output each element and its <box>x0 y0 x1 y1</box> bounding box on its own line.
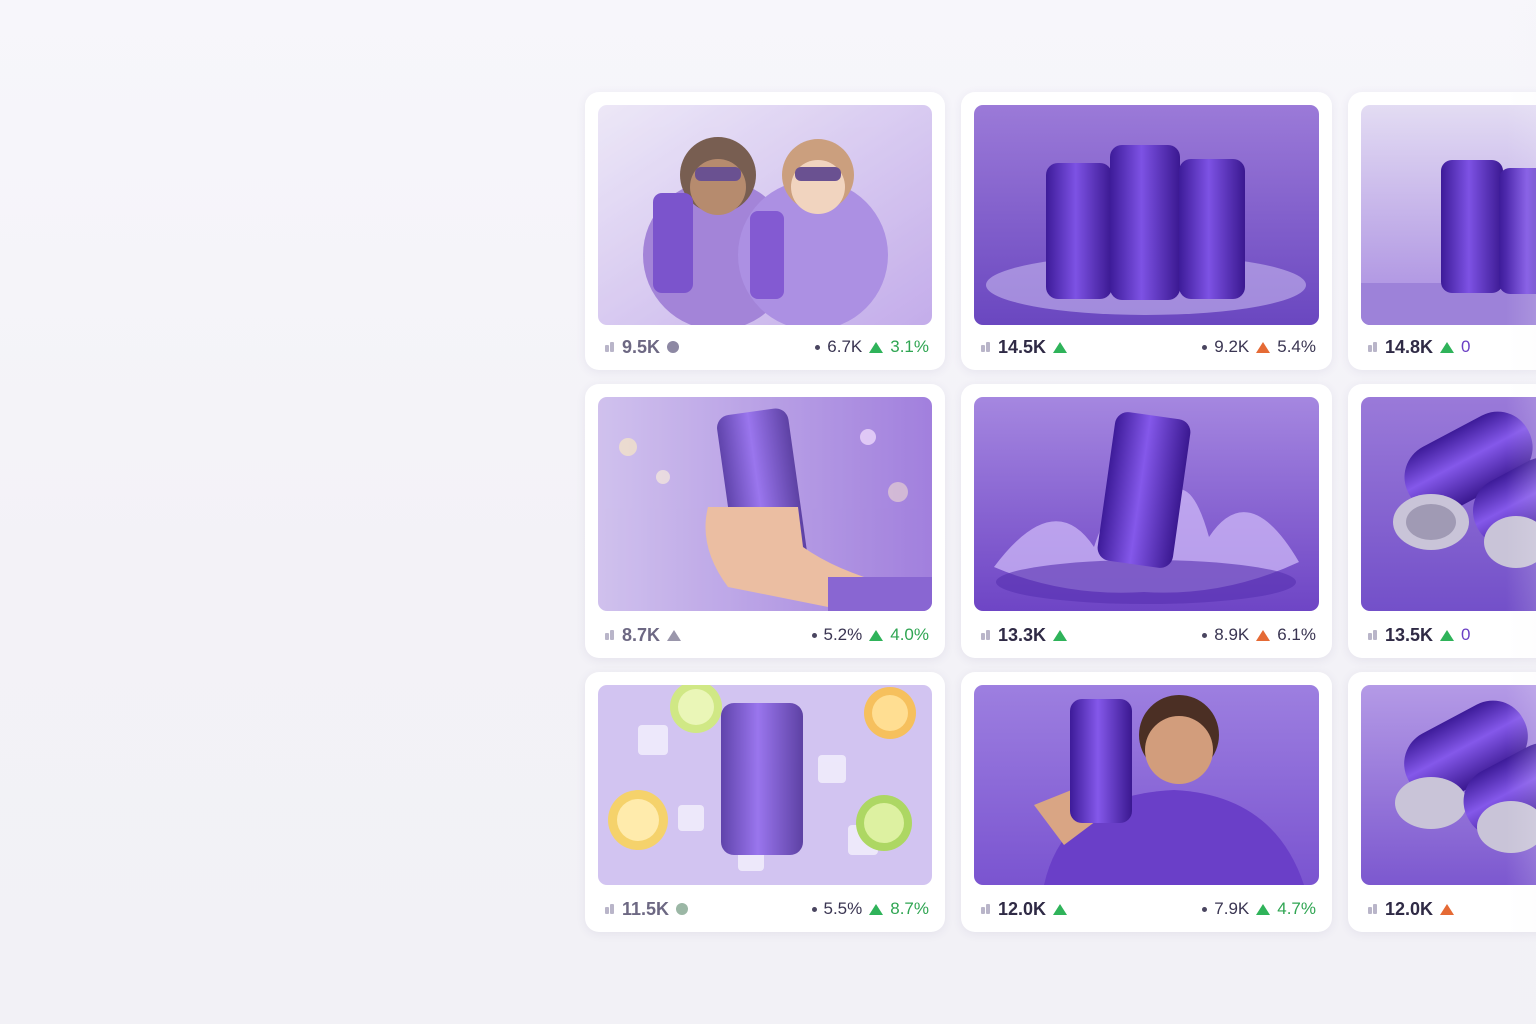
card-metrics: 14.5K 9.2K 5.4% <box>981 336 1316 358</box>
rate-metric: 6.1% <box>1277 625 1316 644</box>
creative-thumbnail[interactable] <box>598 685 932 885</box>
creative-card[interactable]: 9.5K 6.7K 3.1% <box>585 92 945 370</box>
creative-thumbnail[interactable] <box>974 397 1319 611</box>
trend-up-icon <box>1256 341 1271 353</box>
bar-chart-icon <box>1368 630 1378 640</box>
bar-chart-icon <box>981 904 991 914</box>
trend-up-icon <box>869 903 884 915</box>
trend-up-icon <box>1256 629 1271 641</box>
status-up-icon <box>1053 341 1068 353</box>
creative-thumbnail[interactable] <box>1361 685 1536 885</box>
views-count: 11.5K <box>622 898 670 919</box>
bar-chart-icon <box>1368 904 1378 914</box>
views-count: 12.0K <box>1385 898 1434 919</box>
creative-thumbnail[interactable] <box>598 397 932 611</box>
creative-card[interactable]: 12.0K 7.9K 4.7% <box>961 672 1332 932</box>
status-up-icon <box>667 629 682 641</box>
creative-thumbnail[interactable] <box>1361 105 1536 325</box>
trend-up-icon <box>869 629 884 641</box>
card-metrics: 12.0K <box>1368 898 1536 920</box>
status-up-icon <box>1440 903 1455 915</box>
card-metrics: 12.0K 7.9K 4.7% <box>981 898 1316 920</box>
creative-grid-canvas: 9.5K 6.7K 3.1% 14.5K 9.2K 5.4% 14.8K 0 8… <box>0 0 1536 1024</box>
creative-card[interactable]: 13.3K 8.9K 6.1% <box>961 384 1332 658</box>
bullet-icon <box>815 344 821 350</box>
bullet-icon <box>1202 632 1208 638</box>
card-metrics: 13.5K 0 <box>1368 624 1536 646</box>
bullet-icon <box>1202 344 1208 350</box>
creative-thumbnail[interactable] <box>1361 397 1536 611</box>
creative-card[interactable]: 11.5K 5.5% 8.7% <box>585 672 945 932</box>
views-count: 12.0K <box>998 898 1047 919</box>
creative-card[interactable]: 13.5K 0 <box>1348 384 1536 658</box>
creative-thumbnail[interactable] <box>598 105 932 325</box>
rate-metric: 4.0% <box>890 625 929 644</box>
bar-chart-icon <box>605 904 615 914</box>
card-metrics: 8.7K 5.2% 4.0% <box>605 624 929 646</box>
bar-chart-icon <box>605 630 615 640</box>
rate-metric: 0 <box>1461 625 1471 644</box>
status-up-icon <box>1440 341 1455 353</box>
bar-chart-icon <box>1368 342 1378 352</box>
bar-chart-icon <box>981 342 991 352</box>
trend-up-icon <box>1256 903 1271 915</box>
bullet-icon <box>811 906 817 912</box>
bullet-icon <box>811 632 817 638</box>
secondary-metric: 8.9K <box>1214 625 1250 644</box>
status-up-icon <box>1053 629 1068 641</box>
secondary-metric: 9.2K <box>1214 337 1250 356</box>
rate-metric: 8.7% <box>890 899 929 918</box>
bullet-icon <box>1202 906 1208 912</box>
card-metrics: 11.5K 5.5% 8.7% <box>605 898 929 920</box>
bar-chart-icon <box>981 630 991 640</box>
creative-card[interactable]: 12.0K <box>1348 672 1536 932</box>
card-metrics: 13.3K 8.9K 6.1% <box>981 624 1316 646</box>
views-count: 8.7K <box>622 624 661 645</box>
secondary-metric: 7.9K <box>1214 899 1250 918</box>
creative-card[interactable]: 8.7K 5.2% 4.0% <box>585 384 945 658</box>
status-dot-icon <box>676 903 689 915</box>
creative-thumbnail[interactable] <box>974 685 1319 885</box>
status-dot-icon <box>667 341 680 353</box>
secondary-metric: 6.7K <box>827 337 863 356</box>
rate-metric: 4.7% <box>1277 899 1316 918</box>
bar-chart-icon <box>605 342 615 352</box>
views-count: 13.3K <box>998 624 1047 645</box>
rate-metric: 5.4% <box>1277 337 1316 356</box>
trend-up-icon <box>869 341 884 353</box>
creative-thumbnail[interactable] <box>974 105 1319 325</box>
rate-metric: 3.1% <box>890 337 929 356</box>
rate-metric: 0 <box>1461 337 1471 356</box>
views-count: 14.8K <box>1385 336 1434 357</box>
secondary-metric: 5.2% <box>823 625 863 644</box>
creative-card[interactable]: 14.8K 0 <box>1348 92 1536 370</box>
creative-card[interactable]: 14.5K 9.2K 5.4% <box>961 92 1332 370</box>
secondary-metric: 5.5% <box>823 899 863 918</box>
card-metrics: 9.5K 6.7K 3.1% <box>605 336 929 358</box>
status-up-icon <box>1440 629 1455 641</box>
status-up-icon <box>1053 903 1068 915</box>
card-metrics: 14.8K 0 <box>1368 336 1536 358</box>
views-count: 14.5K <box>998 336 1047 357</box>
views-count: 9.5K <box>622 336 661 357</box>
views-count: 13.5K <box>1385 624 1434 645</box>
